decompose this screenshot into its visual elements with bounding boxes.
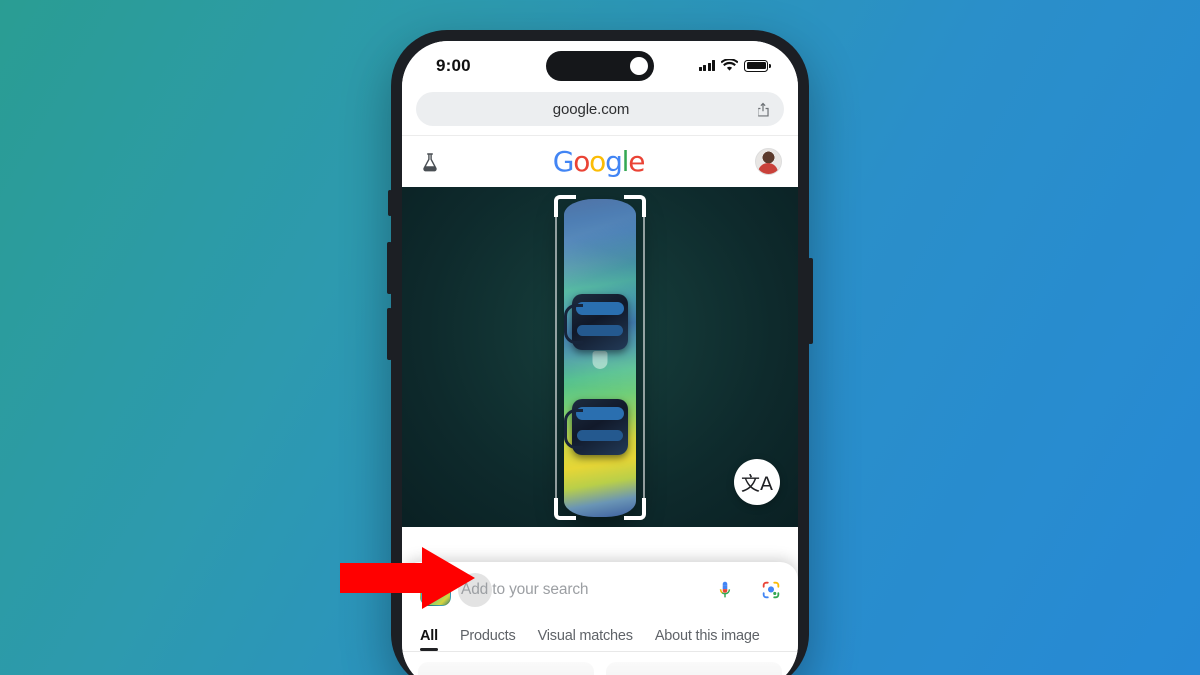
logo-letter: e: [628, 145, 645, 178]
logo-letter: g: [605, 145, 623, 178]
share-icon[interactable]: [754, 100, 772, 118]
wifi-icon: [721, 59, 738, 71]
status-clock: 9:00: [436, 55, 471, 75]
google-header: Google: [402, 135, 798, 187]
crop-brackets[interactable]: [554, 195, 646, 520]
address-bar[interactable]: google.com: [416, 92, 784, 126]
result-cards: [402, 652, 798, 675]
translate-button[interactable]: 文A: [734, 459, 780, 505]
front-camera-icon: [630, 57, 648, 75]
power-button[interactable]: [808, 258, 813, 344]
cellular-signal-icon: [698, 60, 715, 71]
browser-toolbar: google.com: [402, 90, 798, 135]
crop-handle-bottom-left[interactable]: [554, 498, 576, 520]
flask-icon[interactable]: [418, 150, 442, 174]
avatar[interactable]: [754, 148, 782, 175]
logo-letter: G: [552, 145, 575, 178]
mute-switch-button[interactable]: [388, 190, 392, 216]
crop-handle-bottom-right[interactable]: [624, 498, 646, 520]
red-pointer-arrow: [340, 547, 475, 609]
crop-edge-right: [643, 217, 645, 498]
crop-edge-left: [555, 217, 557, 498]
volume-up-button[interactable]: [387, 242, 392, 294]
translate-icon: 文A: [741, 472, 773, 495]
volume-down-button[interactable]: [387, 308, 392, 360]
search-placeholder: Add to your search: [461, 581, 589, 598]
status-bar: 9:00: [402, 41, 798, 90]
tab-all[interactable]: All: [420, 628, 438, 651]
status-icons: [698, 59, 771, 72]
tab-visual-matches[interactable]: Visual matches: [538, 628, 633, 651]
tab-about-this-image[interactable]: About this image: [655, 628, 760, 651]
dynamic-island: [546, 51, 654, 81]
crop-handle-top-right[interactable]: [624, 195, 646, 217]
google-logo: Google: [552, 145, 646, 178]
result-tabs: All Products Visual matches About this i…: [402, 618, 798, 652]
crop-handle-top-left[interactable]: [554, 195, 576, 217]
logo-letter: o: [589, 145, 606, 178]
result-card-placeholder[interactable]: [418, 662, 594, 675]
result-card-placeholder[interactable]: [606, 662, 782, 675]
google-lens-icon[interactable]: [760, 579, 782, 601]
logo-letter: o: [573, 145, 590, 178]
tab-products[interactable]: Products: [460, 628, 516, 651]
battery-icon: [744, 59, 771, 72]
url-text: google.com: [552, 100, 630, 118]
microphone-icon[interactable]: [714, 579, 736, 601]
image-viewport[interactable]: 文A: [402, 187, 798, 527]
search-input[interactable]: Add to your search: [458, 573, 704, 607]
